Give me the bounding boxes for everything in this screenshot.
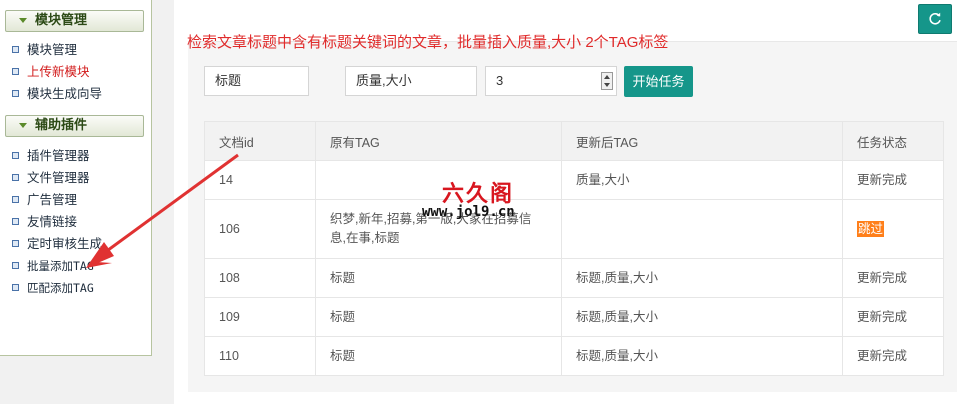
collapse-triangle-icon — [19, 18, 27, 23]
cell-status: 跳过 — [842, 199, 944, 259]
cell-status: 更新完成 — [842, 160, 944, 200]
bullet-icon — [12, 262, 19, 269]
table-row: 106 织梦,新年,招募,第一版,大家在招募信息,在事,标题 跳过 — [204, 199, 944, 259]
cell-status: 更新完成 — [842, 258, 944, 298]
sidebar-item-ad-manage[interactable]: 广告管理 — [12, 190, 77, 210]
sidebar-item-module-wizard[interactable]: 模块生成向导 — [12, 84, 102, 104]
cell-doc-id: 106 — [204, 199, 316, 259]
table-row: 110 标题 标题,质量,大小 更新完成 — [204, 336, 944, 376]
count-value: 3 — [496, 73, 504, 88]
sidebar: 模块管理 模块管理 上传新模块 模块生成向导 辅助插件 插件管理器 文件管理器 … — [0, 0, 152, 356]
cell-doc-id: 14 — [204, 160, 316, 200]
table-row: 109 标题 标题,质量,大小 更新完成 — [204, 297, 944, 337]
sidebar-item-module-manage[interactable]: 模块管理 — [12, 40, 77, 60]
page-description: 检索文章标题中含有标题关键词的文章，批量插入质量,大小 2个TAG标签 — [187, 34, 669, 51]
cell-new-tag: 标题,质量,大小 — [561, 297, 843, 337]
watermark-logo: 六久阁 www.jol9.cn — [420, 176, 540, 224]
sidebar-item-batch-add-tag[interactable]: 批量添加TAG — [12, 256, 94, 276]
task-results-table: 文档id 原有TAG 更新后TAG 任务状态 14 质量,大小 更新完成 106… — [204, 121, 944, 376]
cell-status: 更新完成 — [842, 336, 944, 376]
cell-doc-id: 109 — [204, 297, 316, 337]
cell-status: 更新完成 — [842, 297, 944, 337]
cell-old-tag: 标题 — [315, 336, 562, 376]
bullet-icon — [12, 46, 19, 53]
cell-old-tag: 标题 — [315, 258, 562, 298]
tags-input[interactable]: 质量,大小 — [345, 66, 477, 96]
cell-doc-id: 110 — [204, 336, 316, 376]
status-badge-skip: 跳过 — [857, 220, 885, 237]
bullet-icon — [12, 174, 19, 181]
cell-new-tag: 标题,质量,大小 — [561, 336, 843, 376]
collapse-triangle-icon — [19, 123, 27, 128]
refresh-icon — [929, 12, 941, 25]
bullet-icon — [12, 218, 19, 225]
table-header-row: 文档id 原有TAG 更新后TAG 任务状态 — [204, 121, 944, 161]
cell-new-tag — [561, 199, 843, 259]
bullet-icon — [12, 284, 19, 291]
cell-new-tag: 标题,质量,大小 — [561, 258, 843, 298]
spinner-arrows-icon[interactable] — [601, 72, 613, 90]
sidebar-item-scheduled-review[interactable]: 定时审核生成 — [12, 234, 102, 254]
main-content: 检索文章标题中含有标题关键词的文章，批量插入质量,大小 2个TAG标签 标题 质… — [174, 0, 957, 404]
col-header-status: 任务状态 — [842, 121, 944, 161]
table-row: 14 质量,大小 更新完成 — [204, 160, 944, 200]
title-keyword-input[interactable]: 标题 — [204, 66, 309, 96]
cell-doc-id: 108 — [204, 258, 316, 298]
cell-new-tag: 质量,大小 — [561, 160, 843, 200]
sidebar-section-module-header[interactable]: 模块管理 — [5, 10, 144, 32]
bullet-icon — [12, 68, 19, 75]
count-stepper[interactable]: 3 — [485, 66, 617, 96]
col-header-new-tag: 更新后TAG — [561, 121, 843, 161]
col-header-old-tag: 原有TAG — [315, 121, 562, 161]
bullet-icon — [12, 240, 19, 247]
bullet-icon — [12, 90, 19, 97]
sidebar-item-file-manager[interactable]: 文件管理器 — [12, 168, 90, 188]
watermark-url: www.jol9.cn — [422, 204, 515, 220]
sidebar-item-plugin-manager[interactable]: 插件管理器 — [12, 146, 90, 166]
col-header-doc-id: 文档id — [204, 121, 316, 161]
sidebar-item-upload-module[interactable]: 上传新模块 — [12, 62, 90, 82]
sidebar-section-plugins-header[interactable]: 辅助插件 — [5, 115, 144, 137]
bullet-icon — [12, 196, 19, 203]
sidebar-item-friend-links[interactable]: 友情链接 — [12, 212, 77, 232]
sidebar-item-match-add-tag[interactable]: 匹配添加TAG — [12, 278, 94, 298]
refresh-button[interactable] — [918, 4, 952, 34]
table-row: 108 标题 标题,质量,大小 更新完成 — [204, 258, 944, 298]
start-task-button[interactable]: 开始任务 — [624, 66, 693, 97]
bullet-icon — [12, 152, 19, 159]
cell-old-tag: 标题 — [315, 297, 562, 337]
